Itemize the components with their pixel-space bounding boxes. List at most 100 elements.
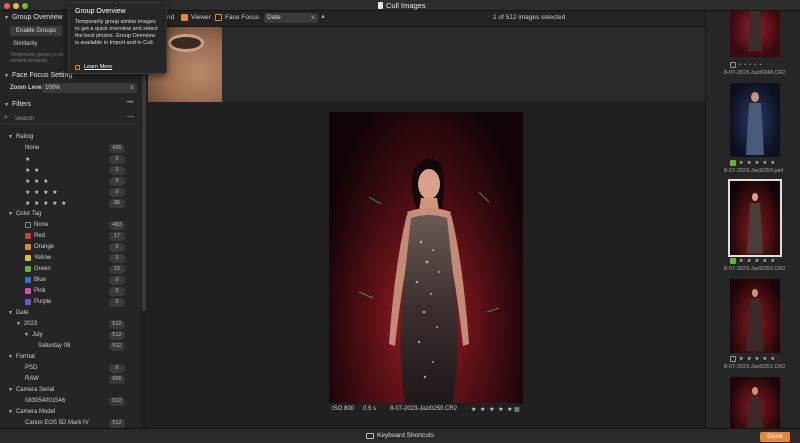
close-window-button[interactable] — [4, 3, 10, 9]
photo-filename: 8-07-2023-Jazi0250.CR2 — [390, 406, 458, 412]
previous-row-background — [222, 27, 705, 102]
zoom-level-value: 100% — [45, 85, 61, 91]
window-title: Cull Images — [378, 1, 426, 10]
rating-stars: ★ — [25, 157, 32, 163]
rating-row-3[interactable]: ★ ★ ★ 0 — [0, 177, 141, 187]
format-row-raw[interactable]: RAW 506 — [0, 375, 141, 385]
chevron-down-icon: ▼ — [8, 387, 13, 393]
keyboard-shortcuts-button[interactable]: Keyboard Shortcuts — [366, 432, 434, 439]
camera-model-label: Canon EOS 5D Mark IV — [25, 420, 89, 426]
sort-select[interactable]: Date ⇅ — [264, 13, 318, 23]
face-focus-settings-header[interactable]: ▼ Face Focus Setting — [4, 72, 72, 79]
filmstrip-thumbnail-selected[interactable] — [728, 179, 782, 257]
thumb-rating[interactable]: ★ ★ ★ ★ ★ — [739, 160, 776, 166]
color-tag-label: Pink — [34, 288, 46, 294]
filmstrip-thumbnail[interactable] — [730, 279, 780, 353]
done-button[interactable]: Done — [760, 432, 790, 442]
face-focus-button[interactable]: Face Focus — [215, 14, 259, 21]
filmstrip-thumbnail[interactable] — [730, 377, 780, 428]
date-row-day[interactable]: Saturday 08 512 — [0, 342, 141, 352]
color-tag-row-red[interactable]: Red 17 — [0, 232, 141, 242]
search-clear-button[interactable]: — — [127, 113, 134, 120]
camera-serial-header[interactable]: ▼ Camera Serial — [8, 387, 54, 393]
group-overview-header[interactable]: ▼ Group Overview — [4, 14, 63, 21]
filters-title: Filters — [11, 101, 32, 108]
color-tag-row-green[interactable]: Green 12 — [0, 265, 141, 275]
format-label: PSD — [25, 365, 38, 371]
learn-more-link[interactable]: Learn More — [75, 64, 112, 70]
filters-header[interactable]: ▼ Filters — [4, 101, 31, 108]
date-label: 2023 — [23, 321, 38, 327]
minimize-window-button[interactable] — [13, 3, 19, 9]
rating-row-1[interactable]: ★ 0 — [0, 155, 141, 165]
thumb-rating[interactable]: ★ ★ ★ ★ ★ — [739, 258, 776, 264]
color-tag-header[interactable]: ▼ Color Tag — [8, 211, 42, 217]
chevron-down-icon: ▼ — [8, 211, 13, 217]
rating-row-2[interactable]: ★ ★ 0 — [0, 166, 141, 176]
filmstrip-thumbnail[interactable] — [730, 83, 780, 157]
date-count: 512 — [109, 320, 125, 329]
color-tag-row-blue[interactable]: Blue 0 — [0, 276, 141, 286]
tooltip-body: Temporarily group similar images to get … — [75, 19, 158, 46]
face-focus-label: Face Focus — [225, 14, 259, 21]
tooltip-title: Group Overview — [75, 8, 126, 15]
filter-search-input[interactable] — [15, 114, 115, 123]
grid-view-button[interactable]: rid — [167, 14, 174, 21]
chevron-down-icon: ▼ — [8, 134, 13, 140]
date-label: July — [31, 332, 43, 338]
date-row-year[interactable]: ▼ 2023 512 — [0, 320, 141, 330]
thumb-rating[interactable]: • • • • • — [739, 62, 762, 68]
face-focus-settings-title: Face Focus Setting — [11, 72, 73, 79]
date-label: Saturday 08 — [38, 343, 71, 349]
rating-row-5[interactable]: ★ ★ ★ ★ ★ 86 — [0, 199, 141, 209]
zoom-level-select[interactable]: 100% ⇅ — [42, 83, 137, 93]
checkbox[interactable] — [730, 62, 736, 68]
swatch-orange-icon — [25, 244, 31, 250]
color-tag-row-pink[interactable]: Pink 0 — [0, 287, 141, 297]
filmstrip: • • • • • 8-07-2023-Jazi0248.CR2 ★ ★ ★ ★… — [705, 11, 800, 428]
rating-row-none[interactable]: None 426 — [0, 144, 141, 154]
color-tag-row-yellow[interactable]: Yellow 0 — [0, 254, 141, 264]
camera-model-row[interactable]: Canon EOS 5D Mark IV 512 — [0, 419, 141, 428]
filmstrip-thumbnail[interactable] — [730, 11, 780, 57]
color-tag-row-none[interactable]: None 483 — [0, 221, 141, 231]
color-tag-count: 0 — [109, 276, 125, 285]
format-row-psd[interactable]: PSD 6 — [0, 364, 141, 374]
green-tag-icon[interactable] — [730, 160, 736, 166]
enable-groups-button[interactable]: Enable Groups — [10, 26, 62, 36]
date-title: Date — [15, 310, 29, 316]
swatch-none-icon — [25, 222, 31, 228]
rating-header[interactable]: ▼ Rating — [8, 134, 33, 140]
search-icon: ⌕ — [4, 114, 8, 121]
photo-metadata: ISO 800 0.5 s 8-07-2023-Jazi0250.CR2 ★ ★… — [329, 405, 523, 414]
keyboard-icon — [366, 432, 374, 439]
main-photo[interactable] — [329, 112, 523, 403]
format-header[interactable]: ▼ Format — [8, 354, 35, 360]
color-tag-label: Purple — [34, 299, 52, 305]
thumb-rating[interactable]: ★ ★ ★ ★ ★ — [739, 356, 776, 362]
rating-title: Rating — [15, 134, 34, 140]
group-overview-title: Group Overview — [11, 14, 63, 21]
swatch-red-icon — [25, 233, 31, 239]
zoom-window-button[interactable] — [22, 3, 28, 9]
photo-rating-stars[interactable]: ★ ★ ★ ★ ★ — [471, 406, 514, 413]
viewer-button[interactable]: Viewer — [181, 14, 211, 21]
sort-direction-button[interactable]: ▲ — [320, 14, 326, 20]
grid-view-label: rid — [167, 14, 175, 21]
camera-serial-title: Camera Serial — [15, 387, 55, 393]
camera-model-header[interactable]: ▼ Camera Model — [8, 409, 55, 415]
date-row-month[interactable]: ▼ July 512 — [0, 331, 141, 341]
green-tag-icon[interactable] — [730, 258, 736, 264]
rating-count: 86 — [109, 199, 125, 208]
color-tag-row-purple[interactable]: Purple 0 — [0, 298, 141, 308]
camera-serial-row[interactable]: 083054001546 512 — [0, 397, 141, 407]
format-count: 506 — [109, 375, 125, 384]
filters-menu-button[interactable]: ••• — [127, 100, 133, 106]
date-header[interactable]: ▼ Date — [8, 310, 29, 316]
color-tag-label: None — [34, 222, 49, 228]
iso-value: ISO 800 — [332, 406, 355, 412]
color-tag-row-orange[interactable]: Orange 0 — [0, 243, 141, 253]
rating-row-4[interactable]: ★ ★ ★ ★ 0 — [0, 188, 141, 198]
grid-icon[interactable]: ▦ — [514, 406, 520, 413]
checkbox[interactable] — [730, 356, 736, 362]
